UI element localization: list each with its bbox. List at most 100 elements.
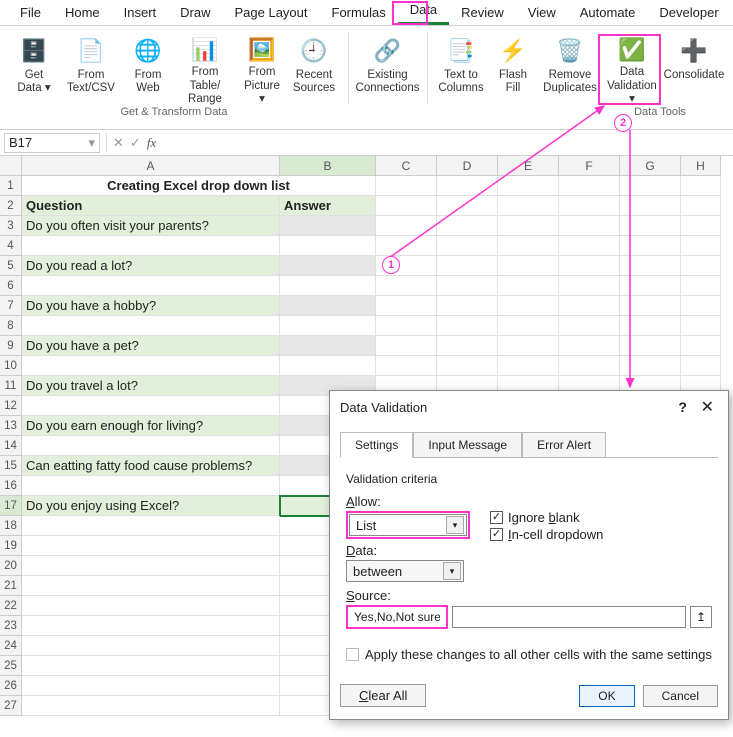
- formula-input[interactable]: [162, 133, 729, 153]
- cell[interactable]: [22, 516, 280, 536]
- cell[interactable]: [437, 336, 498, 356]
- cell[interactable]: [559, 296, 620, 316]
- cell[interactable]: [376, 216, 437, 236]
- ok-button[interactable]: OK: [579, 685, 634, 707]
- from-picture-button[interactable]: 🖼️FromPicture ▾: [236, 32, 288, 108]
- tab-draw[interactable]: Draw: [168, 1, 222, 25]
- cell[interactable]: [22, 636, 280, 656]
- row-header[interactable]: 1: [0, 176, 22, 196]
- cell[interactable]: [437, 176, 498, 196]
- col-header-H[interactable]: H: [681, 156, 721, 176]
- cell[interactable]: Do you enjoy using Excel?: [22, 496, 280, 516]
- cell[interactable]: [22, 356, 280, 376]
- cell[interactable]: [681, 336, 721, 356]
- cell[interactable]: [498, 216, 559, 236]
- cell[interactable]: [681, 256, 721, 276]
- cell[interactable]: [376, 196, 437, 216]
- tab-review[interactable]: Review: [449, 1, 516, 25]
- cell[interactable]: [681, 356, 721, 376]
- cell[interactable]: [498, 176, 559, 196]
- tab-home[interactable]: Home: [53, 1, 112, 25]
- range-picker-button[interactable]: ↥: [690, 606, 712, 628]
- row-header[interactable]: 22: [0, 596, 22, 616]
- cell[interactable]: [22, 696, 280, 716]
- cell[interactable]: [22, 576, 280, 596]
- cell[interactable]: [376, 316, 437, 336]
- cell[interactable]: Answer: [280, 196, 376, 216]
- cell[interactable]: [620, 336, 681, 356]
- from-table-button[interactable]: 📊From Table/Range: [174, 32, 236, 108]
- row-header[interactable]: 8: [0, 316, 22, 336]
- cell[interactable]: [22, 616, 280, 636]
- cell[interactable]: [498, 356, 559, 376]
- cell[interactable]: [437, 296, 498, 316]
- tab-view[interactable]: View: [516, 1, 568, 25]
- cell[interactable]: [620, 256, 681, 276]
- cell[interactable]: [280, 316, 376, 336]
- row-header[interactable]: 6: [0, 276, 22, 296]
- row-header[interactable]: 27: [0, 696, 22, 716]
- cell[interactable]: [620, 176, 681, 196]
- cell[interactable]: Question: [22, 196, 280, 216]
- tab-developer[interactable]: Developer: [647, 1, 730, 25]
- cell[interactable]: [376, 276, 437, 296]
- source-input-highlight[interactable]: [349, 608, 445, 626]
- cancel-button[interactable]: Cancel: [643, 685, 718, 707]
- tab-formulas[interactable]: Formulas: [320, 1, 398, 25]
- cell[interactable]: [376, 356, 437, 376]
- cell[interactable]: Do you earn enough for living?: [22, 416, 280, 436]
- cell[interactable]: [498, 276, 559, 296]
- cell[interactable]: [620, 216, 681, 236]
- cell[interactable]: [437, 276, 498, 296]
- col-header-A[interactable]: A: [22, 156, 280, 176]
- cell[interactable]: [280, 336, 376, 356]
- cell[interactable]: [559, 216, 620, 236]
- tab-automate[interactable]: Automate: [568, 1, 648, 25]
- cell[interactable]: [437, 316, 498, 336]
- tab-data[interactable]: Data: [398, 0, 449, 25]
- cell[interactable]: Do you travel a lot?: [22, 376, 280, 396]
- cell[interactable]: [498, 256, 559, 276]
- col-header-B[interactable]: B: [280, 156, 376, 176]
- cell[interactable]: [620, 276, 681, 296]
- ignore-blank-checkbox[interactable]: ✓Ignore blank: [490, 510, 603, 525]
- cell[interactable]: [559, 356, 620, 376]
- cell[interactable]: [22, 596, 280, 616]
- existing-connections-button[interactable]: 🔗ExistingConnections: [357, 32, 419, 108]
- cell[interactable]: Creating Excel drop down list: [22, 176, 376, 196]
- cell[interactable]: [22, 316, 280, 336]
- cell[interactable]: [376, 236, 437, 256]
- cell[interactable]: [498, 296, 559, 316]
- name-box[interactable]: B17▾: [4, 133, 100, 153]
- cell[interactable]: Can eatting fatty food cause problems?: [22, 456, 280, 476]
- remove-duplicates-button[interactable]: 🗑️RemoveDuplicates: [539, 32, 601, 108]
- row-header[interactable]: 20: [0, 556, 22, 576]
- text-to-columns-button[interactable]: 📑Text toColumns: [435, 32, 487, 108]
- from-web-button[interactable]: 🌐FromWeb: [122, 32, 174, 108]
- cell[interactable]: [280, 256, 376, 276]
- row-header[interactable]: 16: [0, 476, 22, 496]
- cell[interactable]: [22, 436, 280, 456]
- cell[interactable]: Do you have a pet?: [22, 336, 280, 356]
- cell[interactable]: [559, 256, 620, 276]
- row-header[interactable]: 12: [0, 396, 22, 416]
- col-header-D[interactable]: D: [437, 156, 498, 176]
- row-header[interactable]: 25: [0, 656, 22, 676]
- cell[interactable]: [376, 336, 437, 356]
- col-header-G[interactable]: G: [620, 156, 681, 176]
- cell[interactable]: [280, 356, 376, 376]
- cell[interactable]: [437, 196, 498, 216]
- cell[interactable]: [22, 236, 280, 256]
- cell[interactable]: [620, 356, 681, 376]
- source-input[interactable]: [452, 606, 686, 628]
- cell[interactable]: [280, 216, 376, 236]
- cell[interactable]: [559, 316, 620, 336]
- dialog-tab-input-message[interactable]: Input Message: [413, 432, 522, 458]
- cell[interactable]: [376, 296, 437, 316]
- row-header[interactable]: 2: [0, 196, 22, 216]
- cell[interactable]: [22, 676, 280, 696]
- row-header[interactable]: 7: [0, 296, 22, 316]
- consolidate-button[interactable]: ➕Consolidate: [663, 32, 725, 108]
- get-data-button[interactable]: 🗄️GetData ▾: [8, 32, 60, 108]
- row-header[interactable]: 4: [0, 236, 22, 256]
